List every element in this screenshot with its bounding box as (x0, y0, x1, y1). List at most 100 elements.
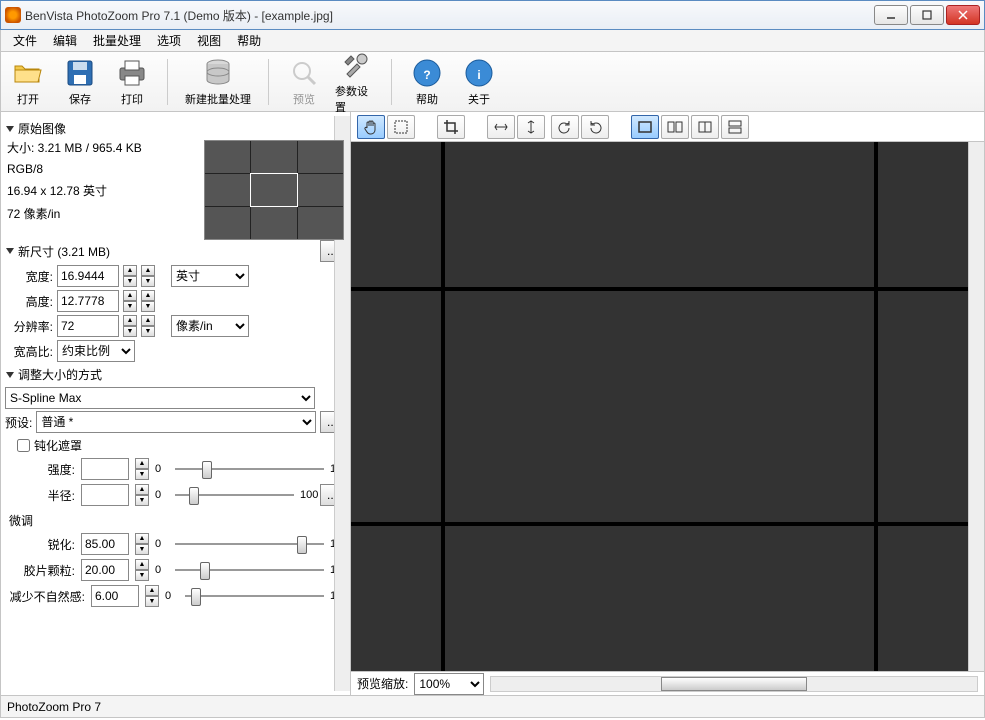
strength-input[interactable] (81, 458, 129, 480)
view-stack-button[interactable] (721, 115, 749, 139)
new-batch-button[interactable]: 新建批量处理 (182, 57, 254, 107)
menu-help[interactable]: 帮助 (229, 30, 269, 51)
about-button[interactable]: i 关于 (458, 57, 500, 107)
close-button[interactable] (946, 5, 980, 25)
sharp-input[interactable] (81, 533, 129, 555)
status-text: PhotoZoom Pro 7 (7, 700, 101, 714)
rotate-cw-button[interactable] (581, 115, 609, 139)
database-icon (202, 57, 234, 89)
rotate-ccw-button[interactable] (551, 115, 579, 139)
triangle-down-icon (5, 246, 15, 256)
preview-hscrollbar[interactable] (490, 676, 978, 692)
menu-options[interactable]: 选项 (149, 30, 189, 51)
newsize-header[interactable]: 新尺寸 (3.21 MB) (5, 243, 110, 260)
rotate-ccw-icon (557, 120, 573, 134)
triangle-down-icon (5, 124, 15, 134)
view-stack-icon (727, 120, 743, 134)
size-unit-select[interactable]: 英寸 (171, 265, 249, 287)
res-down2[interactable]: ▼ (141, 326, 155, 337)
minimize-button[interactable] (874, 5, 908, 25)
toolbar-separator (268, 59, 269, 105)
crop-tool[interactable] (437, 115, 465, 139)
original-header[interactable]: 原始图像 (5, 120, 344, 137)
artifact-slider[interactable] (185, 585, 324, 607)
width-input[interactable] (57, 265, 119, 287)
res-up2[interactable]: ▲ (141, 315, 155, 326)
method-select[interactable]: S-Spline Max (5, 387, 315, 409)
tools-icon (340, 49, 372, 81)
grain-slider[interactable] (175, 559, 324, 581)
width-up[interactable]: ▲ (123, 265, 137, 276)
view-single-button[interactable] (631, 115, 659, 139)
preset-label: 预设: (5, 414, 32, 431)
preview-zoom-select[interactable]: 100% (414, 673, 484, 695)
preview-button: 预览 (283, 57, 325, 107)
menu-bar: 文件 编辑 批量处理 选项 视图 帮助 (0, 30, 985, 52)
marquee-tool[interactable] (387, 115, 415, 139)
radius-slider[interactable] (175, 484, 294, 506)
save-button[interactable]: 保存 (59, 57, 101, 107)
view-split-h-icon (667, 120, 683, 134)
crop-icon (443, 119, 459, 135)
toolbar-separator (167, 59, 168, 105)
preset-select[interactable]: 普通 * (36, 411, 316, 433)
res-label: 分辨率: (5, 318, 53, 335)
app-icon (5, 7, 21, 23)
flip-h-icon (493, 120, 509, 134)
grain-input[interactable] (81, 559, 129, 581)
help-button[interactable]: ? 帮助 (406, 57, 448, 107)
navigator-thumbnail[interactable] (204, 140, 344, 240)
params-button[interactable]: 参数设置 (335, 49, 377, 115)
menu-view[interactable]: 视图 (189, 30, 229, 51)
svg-text:i: i (477, 68, 480, 82)
ar-select[interactable]: 约束比例 (57, 340, 135, 362)
preview-toolbar (351, 112, 984, 142)
sharp-slider[interactable] (175, 533, 324, 555)
view-split-v-button[interactable] (691, 115, 719, 139)
left-panel: 原始图像 大小: 3.21 MB / 965.4 KB RGB/8 16.94 … (1, 112, 351, 695)
radius-label: 半径: (5, 487, 75, 504)
resize-method-header[interactable]: 调整大小的方式 (5, 366, 344, 383)
strength-label: 强度: (5, 461, 75, 478)
menu-batch[interactable]: 批量处理 (85, 30, 149, 51)
hand-icon (363, 119, 379, 135)
marquee-icon (393, 119, 409, 135)
res-input[interactable] (57, 315, 119, 337)
preview-area[interactable] (351, 142, 968, 671)
toolbar-separator (391, 59, 392, 105)
width-down2[interactable]: ▼ (141, 276, 155, 287)
preview-vscrollbar[interactable] (968, 142, 984, 671)
grain-label: 胶片颗粒: (5, 562, 75, 579)
artifact-input[interactable] (91, 585, 139, 607)
res-down[interactable]: ▼ (123, 326, 137, 337)
height-down2[interactable]: ▼ (141, 301, 155, 312)
magnifier-icon (288, 57, 320, 89)
height-up[interactable]: ▲ (123, 290, 137, 301)
width-up2[interactable]: ▲ (141, 265, 155, 276)
finetune-label: 微调 (9, 512, 344, 529)
sharp-label: 锐化: (5, 536, 75, 553)
radius-input[interactable] (81, 484, 129, 506)
menu-edit[interactable]: 编辑 (45, 30, 85, 51)
flip-h-button[interactable] (487, 115, 515, 139)
preview-zoom-label: 预览缩放: (357, 675, 408, 692)
menu-file[interactable]: 文件 (5, 30, 45, 51)
unsharp-checkbox[interactable] (17, 439, 30, 452)
open-button[interactable]: 打开 (7, 57, 49, 107)
height-up2[interactable]: ▲ (141, 290, 155, 301)
print-button[interactable]: 打印 (111, 57, 153, 107)
view-split-h-button[interactable] (661, 115, 689, 139)
res-unit-select[interactable]: 像素/in (171, 315, 249, 337)
width-down[interactable]: ▼ (123, 276, 137, 287)
height-input[interactable] (57, 290, 119, 312)
preview-bottom-bar: 预览缩放: 100% (351, 671, 984, 695)
height-down[interactable]: ▼ (123, 301, 137, 312)
res-up[interactable]: ▲ (123, 315, 137, 326)
maximize-button[interactable] (910, 5, 944, 25)
flip-v-button[interactable] (517, 115, 545, 139)
status-bar: PhotoZoom Pro 7 (0, 696, 985, 718)
hand-tool[interactable] (357, 115, 385, 139)
main-toolbar: 打开 保存 打印 新建批量处理 预览 参数设置 ? 帮助 i 关于 (0, 52, 985, 112)
strength-slider[interactable] (175, 458, 324, 480)
unsharp-label: 钝化遮罩 (34, 437, 82, 454)
